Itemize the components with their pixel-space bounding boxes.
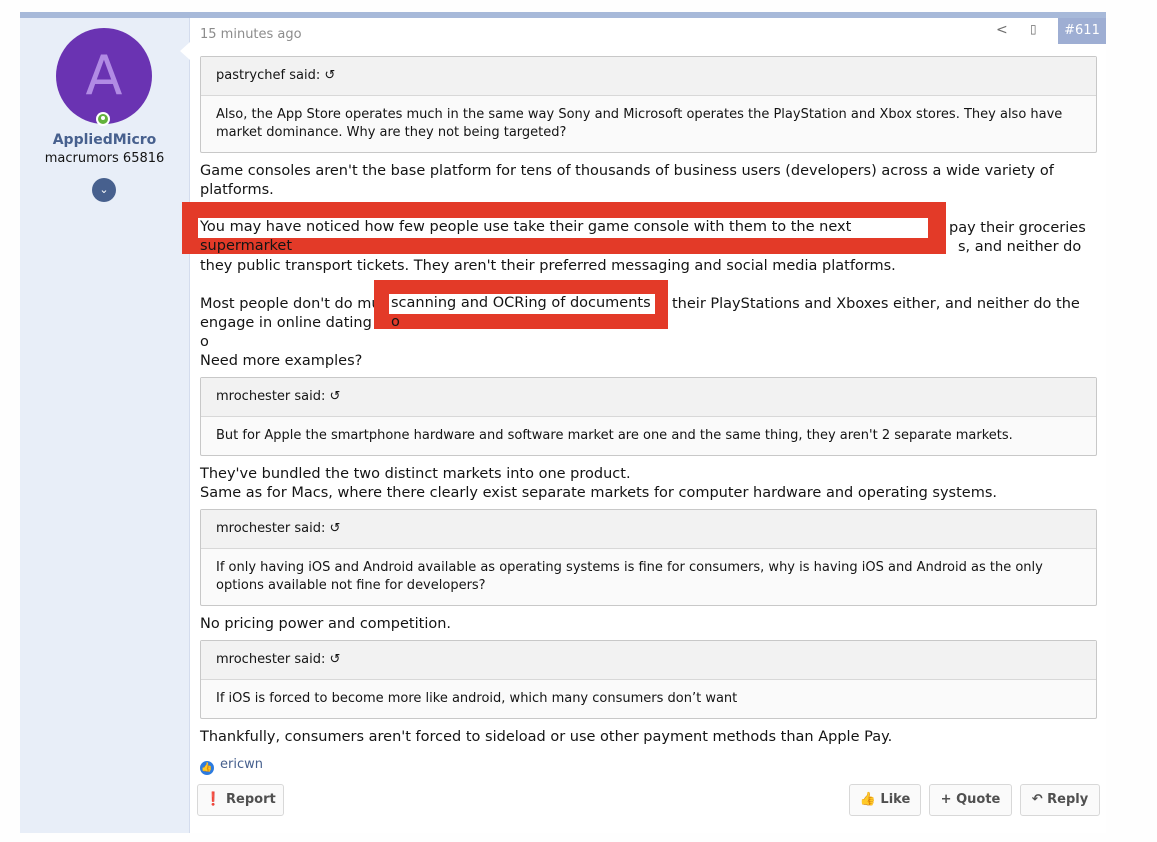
like-icon: 👍 xyxy=(200,761,214,775)
plus-icon: + xyxy=(940,792,952,807)
quote-block: pastrychef said: ↺ Also, the App Store o… xyxy=(200,56,1097,153)
quote-button[interactable]: + Quote xyxy=(929,784,1012,816)
highlighted-text: You may have noticed how few people use … xyxy=(198,218,928,254)
quote-author[interactable]: mrochester said: ↺ xyxy=(201,378,1096,417)
post-paragraph: No pricing power and competition. xyxy=(200,616,452,632)
quote-text: But for Apple the smartphone hardware an… xyxy=(216,428,1013,443)
post-paragraph: They've bundled the two distinct markets… xyxy=(200,466,631,482)
jump-to-quote-icon[interactable]: ↺ xyxy=(330,521,341,536)
quote-block: mrochester said: ↺ If only having iOS an… xyxy=(200,509,1097,606)
post-paragraph: Game consoles aren't the base platform f… xyxy=(200,163,1054,198)
quote-block: mrochester said: ↺ But for Apple the sma… xyxy=(200,377,1097,456)
jump-to-quote-icon[interactable]: ↺ xyxy=(324,68,335,83)
quote-author[interactable]: mrochester said: ↺ xyxy=(201,641,1096,680)
reply-button[interactable]: ↶ Reply xyxy=(1020,784,1100,816)
chevron-down-icon[interactable]: ⌄ xyxy=(92,178,116,202)
jump-to-quote-icon[interactable]: ↺ xyxy=(330,652,341,667)
quote-text: If iOS is forced to become more like and… xyxy=(216,691,738,706)
post-number[interactable]: #611 xyxy=(1058,18,1106,44)
post-text-fragment: pay their groceries xyxy=(949,220,1086,236)
reaction-users[interactable]: ericwn xyxy=(220,757,263,772)
bookmark-icon[interactable]: ▯ xyxy=(1030,22,1037,36)
post-timestamp[interactable]: 15 minutes ago xyxy=(200,27,302,42)
thumbs-up-icon: 👍 xyxy=(859,792,876,807)
reply-icon: ↶ xyxy=(1031,792,1043,807)
like-button[interactable]: 👍 Like xyxy=(849,784,921,816)
report-button[interactable]: ❗ Report xyxy=(197,784,284,816)
post-paragraph: they public transport tickets. They aren… xyxy=(200,258,896,274)
quote-author[interactable]: pastrychef said: ↺ xyxy=(201,57,1096,96)
highlighted-text: scanning and OCRing of documents o xyxy=(389,294,655,330)
jump-to-quote-icon[interactable]: ↺ xyxy=(330,389,341,404)
report-icon: ❗ xyxy=(205,792,222,807)
post-text-fragment: s, and neither do xyxy=(958,239,1082,255)
post-text-fragment: engage in online dating o xyxy=(200,315,372,350)
username-link[interactable]: AppliedMicro xyxy=(20,132,189,148)
quote-block: mrochester said: ↺ If iOS is forced to b… xyxy=(200,640,1097,719)
highlight-box: scanning and OCRing of documents o xyxy=(374,280,668,330)
post-text-fragment: their PlayStations and Xboxes either, an… xyxy=(672,296,1080,312)
user-title: macrumors 65816 xyxy=(44,151,165,166)
quote-text: If only having iOS and Android available… xyxy=(216,560,1043,593)
online-status-icon xyxy=(96,112,110,126)
quote-author[interactable]: mrochester said: ↺ xyxy=(201,510,1096,549)
post-paragraph: Same as for Macs, where there clearly ex… xyxy=(200,485,997,501)
post-paragraph: Need more examples? xyxy=(200,353,363,369)
reactions-bar[interactable]: 👍 ericwn xyxy=(200,757,263,775)
post-paragraph: Thankfully, consumers aren't forced to s… xyxy=(200,729,893,745)
post-arrow xyxy=(180,42,190,60)
quote-text: Also, the App Store operates much in the… xyxy=(216,107,1063,140)
highlight-box: You may have noticed how few people use … xyxy=(182,202,946,254)
share-icon[interactable]: < xyxy=(996,22,1008,38)
avatar[interactable]: A xyxy=(56,28,152,124)
